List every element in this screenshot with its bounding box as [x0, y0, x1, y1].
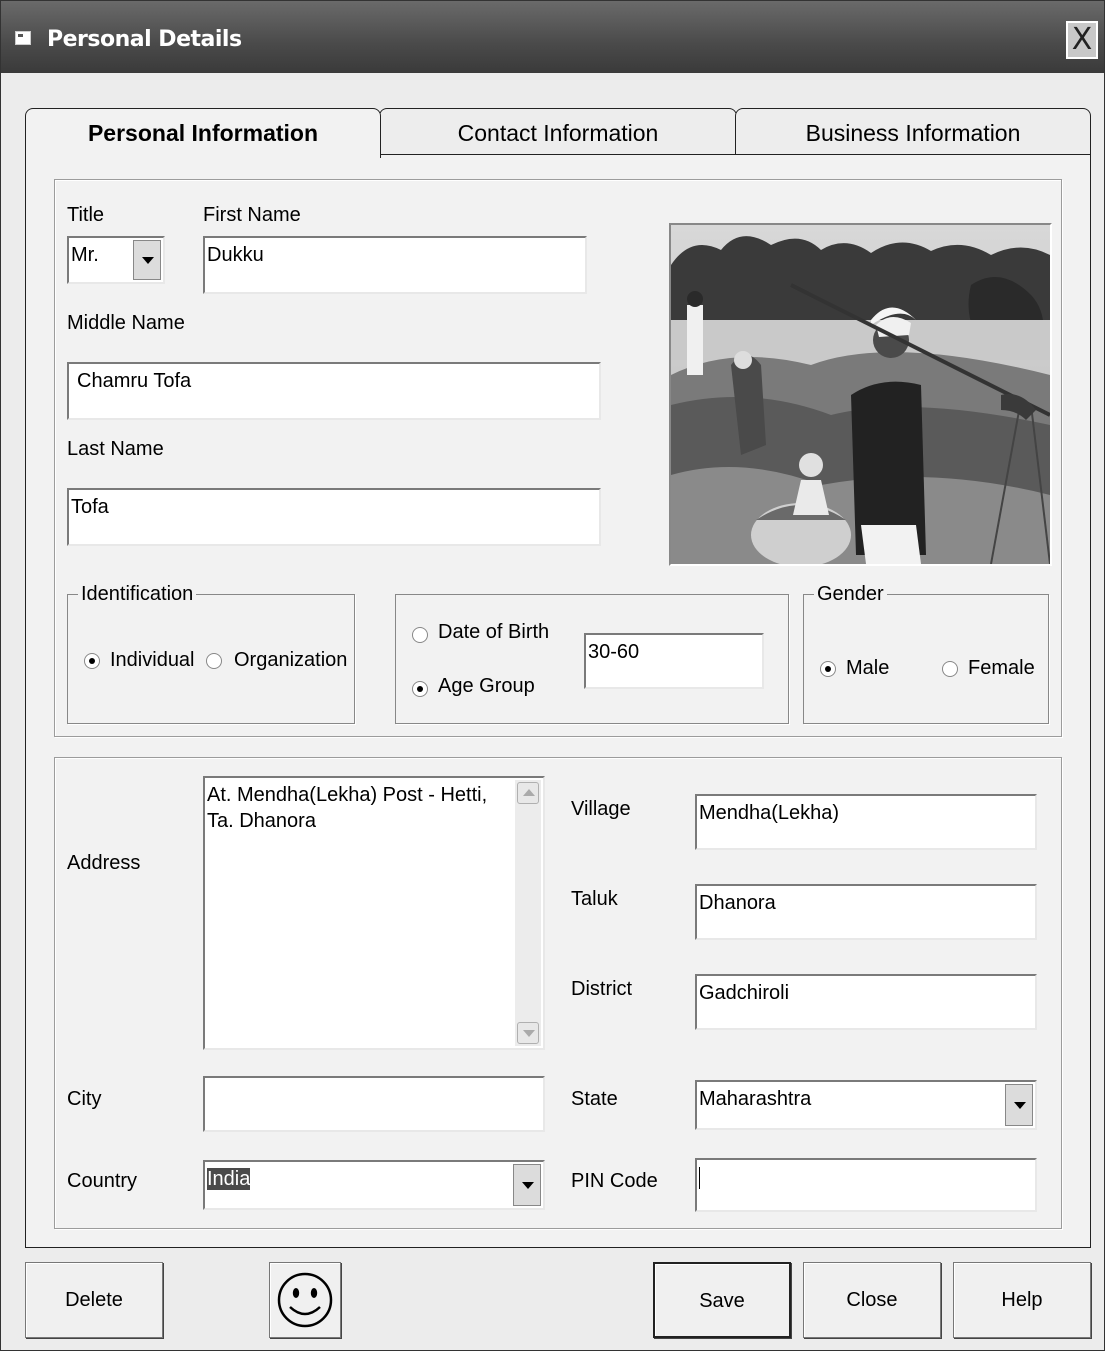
taluk-label: Taluk [571, 888, 618, 910]
identification-legend: Identification [78, 583, 197, 606]
name-section: Title Mr. First Name Dukku Middle Name C… [54, 179, 1062, 737]
age-group-box: Date of Birth Age Group 30-60 [395, 594, 789, 724]
state-select[interactable]: Maharashtra [695, 1080, 1037, 1130]
smiley-icon [277, 1272, 333, 1328]
profile-photo[interactable] [669, 223, 1052, 566]
pin-code-field[interactable] [695, 1158, 1037, 1212]
personal-information-panel: Title Mr. First Name Dukku Middle Name C… [25, 154, 1091, 1248]
age-group-field[interactable]: 30-60 [584, 633, 764, 689]
title-label: Title [67, 204, 105, 226]
village-label: Village [571, 798, 631, 820]
chevron-down-icon[interactable] [513, 1164, 541, 1206]
title-select[interactable]: Mr. [67, 236, 165, 284]
male-radio[interactable] [820, 661, 836, 677]
middle-name-field[interactable]: Chamru Tofa [67, 362, 601, 420]
organization-radio[interactable] [206, 653, 222, 669]
age-group-radio[interactable] [412, 681, 428, 697]
taluk-field[interactable]: Dhanora [695, 884, 1037, 940]
window-title: Personal Details [47, 27, 242, 52]
city-field[interactable] [203, 1076, 545, 1132]
text-cursor [699, 1166, 700, 1189]
date-of-birth-radio[interactable] [412, 627, 428, 643]
last-name-label: Last Name [67, 438, 164, 460]
save-button[interactable]: Save [653, 1262, 791, 1338]
address-textarea[interactable]: At. Mendha(Lekha) Post - Hetti, Ta. Dhan… [203, 776, 545, 1050]
male-label[interactable]: Male [846, 657, 889, 680]
delete-button[interactable]: Delete [25, 1262, 163, 1338]
title-select-value: Mr. [71, 244, 99, 266]
country-select-value: India [207, 1168, 251, 1190]
tab-personal-information[interactable]: Personal Information [25, 108, 381, 158]
district-label: District [571, 978, 633, 1000]
pin-code-label: PIN Code [571, 1170, 658, 1192]
age-group-label[interactable]: Age Group [438, 675, 535, 698]
address-section: Address At. Mendha(Lekha) Post - Hetti, … [54, 757, 1062, 1229]
country-label: Country [67, 1170, 138, 1192]
address-label: Address [67, 852, 141, 874]
village-field[interactable]: Mendha(Lekha) [695, 794, 1037, 850]
district-field[interactable]: Gadchiroli [695, 974, 1037, 1030]
last-name-field[interactable]: Tofa [67, 488, 601, 546]
personal-details-window: Personal Details X Personal Information … [0, 0, 1105, 1351]
individual-radio[interactable] [84, 653, 100, 669]
chevron-down-icon[interactable] [1005, 1084, 1033, 1126]
tab-business-information[interactable]: Business Information [735, 108, 1091, 156]
close-window-button[interactable]: X [1066, 21, 1098, 59]
state-label: State [571, 1088, 618, 1110]
organization-label[interactable]: Organization [234, 649, 347, 672]
first-name-label: First Name [203, 204, 301, 226]
date-of-birth-label[interactable]: Date of Birth [438, 621, 549, 644]
city-label: City [67, 1088, 102, 1110]
address-text: At. Mendha(Lekha) Post - Hetti, Ta. Dhan… [207, 784, 488, 832]
female-label[interactable]: Female [968, 657, 1035, 680]
female-radio[interactable] [942, 661, 958, 677]
individual-label[interactable]: Individual [110, 649, 195, 672]
country-select[interactable]: India [203, 1160, 545, 1210]
close-button[interactable]: Close [803, 1262, 941, 1338]
state-select-value: Maharashtra [699, 1088, 812, 1110]
address-scrollbar[interactable] [515, 780, 541, 1046]
gender-legend: Gender [814, 583, 887, 606]
identification-group: Identification Individual Organization [67, 583, 355, 724]
gender-group: Gender Male Female [803, 583, 1049, 724]
middle-name-label: Middle Name [67, 312, 185, 334]
scroll-down-icon[interactable] [517, 1022, 539, 1044]
chevron-down-icon[interactable] [133, 240, 161, 280]
help-button[interactable]: Help [953, 1262, 1091, 1338]
first-name-field[interactable]: Dukku [203, 236, 587, 294]
scroll-up-icon[interactable] [517, 782, 539, 804]
smiley-button[interactable] [269, 1262, 341, 1338]
tab-contact-information[interactable]: Contact Information [379, 108, 737, 156]
window-icon [15, 31, 31, 45]
title-bar: Personal Details X [1, 1, 1104, 73]
